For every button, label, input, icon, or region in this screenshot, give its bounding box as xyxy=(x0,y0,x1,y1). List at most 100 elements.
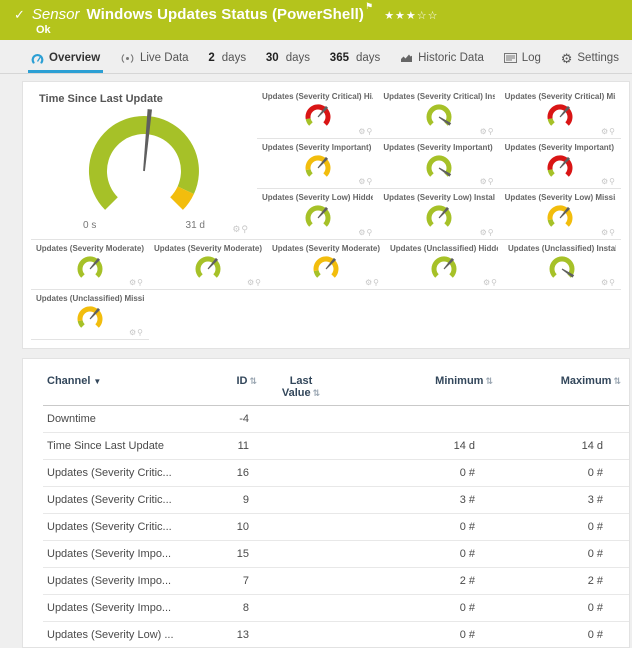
gauge-title: Updates (Severity Low) Install... xyxy=(383,193,494,202)
gauge-title: Updates (Severity Low) Missi... xyxy=(505,193,616,202)
pin-icon[interactable]: ⚲ xyxy=(609,177,616,186)
tab-settings[interactable]: ⚙ Settings xyxy=(558,46,622,73)
col-header-maximum[interactable]: Maximum⇅ xyxy=(505,371,627,406)
pin-icon[interactable]: ⚲ xyxy=(488,127,495,136)
col-header-last-value[interactable]: LastValue⇅ xyxy=(261,371,341,406)
pin-icon[interactable]: ⚲ xyxy=(366,177,373,186)
pin-icon[interactable]: ⚲ xyxy=(241,224,249,234)
pin-icon[interactable]: ⚲ xyxy=(609,127,616,136)
gear-icon[interactable]: ⚙ xyxy=(247,278,255,287)
pin-icon[interactable]: ⚲ xyxy=(609,278,616,287)
gauge-panel: Updates (Severity Important) ...⚙⚲ xyxy=(500,139,621,190)
gear-icon[interactable]: ⚙ xyxy=(365,278,373,287)
table-row: Downtime-4 xyxy=(43,406,630,433)
gear-icon[interactable]: ⚙ xyxy=(601,278,609,287)
main-gauge-panel: Time Since Last Update 0 s 31 d ⚙⚲ xyxy=(31,88,257,240)
channel-name[interactable]: Updates (Severity Impo... xyxy=(43,568,211,595)
sort-icon: ⇅ xyxy=(249,376,257,386)
channel-id: 8 xyxy=(211,595,261,622)
col-header-id[interactable]: ID⇅ xyxy=(211,371,261,406)
gear-icon[interactable]: ⚙ xyxy=(480,228,488,237)
gear-icon[interactable]: ⚙ xyxy=(601,127,609,136)
gear-icon[interactable]: ⚙ xyxy=(480,127,488,136)
gauge-panel: Updates (Severity Important) ...⚙⚲ xyxy=(378,139,499,190)
pin-icon[interactable]: ⚲ xyxy=(373,278,380,287)
gauge-panel: Updates (Severity Low) Install... ⚙⚲ xyxy=(378,189,499,240)
tab-30-days[interactable]: 30days xyxy=(263,46,313,73)
pin-icon[interactable]: ⚲ xyxy=(366,228,373,237)
gauge-title: Updates (Severity Critical) Ins... xyxy=(383,92,494,101)
gauge xyxy=(390,254,498,286)
col-header-channel[interactable]: Channel▼ xyxy=(43,371,211,406)
channel-maximum: 3 # xyxy=(505,487,627,514)
tab-live-data[interactable]: Live Data xyxy=(117,46,192,73)
gauge xyxy=(262,102,373,134)
gauge-title: Updates (Unclassified) Hidden xyxy=(390,244,498,253)
gauge xyxy=(383,153,494,185)
pin-icon[interactable]: ⚲ xyxy=(488,177,495,186)
col-header-minimum[interactable]: Minimum⇅ xyxy=(341,371,505,406)
tab-label: Live Data xyxy=(140,52,189,64)
channel-name[interactable]: Updates (Severity Critic... xyxy=(43,487,211,514)
channel-name[interactable]: Updates (Severity Impo... xyxy=(43,595,211,622)
object-kind-label: Sensor xyxy=(32,6,80,23)
pin-icon[interactable]: ⚲ xyxy=(366,127,373,136)
tab-overview[interactable]: Overview xyxy=(28,46,103,73)
gear-icon[interactable]: ⚙ xyxy=(601,228,609,237)
gauge-min-label: 0 s xyxy=(83,220,96,231)
tab-historic-data[interactable]: Historic Data xyxy=(397,46,487,73)
sort-icon: ⇅ xyxy=(485,376,493,386)
gear-icon[interactable]: ⚙ xyxy=(129,328,137,337)
tab-log[interactable]: Log xyxy=(501,46,544,73)
sensor-status-text: Ok xyxy=(36,24,622,36)
gauge xyxy=(262,153,373,185)
channel-name[interactable]: Updates (Severity Critic... xyxy=(43,514,211,541)
pin-icon[interactable]: ⚲ xyxy=(488,228,495,237)
time-since-last-update-gauge xyxy=(69,107,219,228)
pin-icon[interactable]: ⚲ xyxy=(137,278,144,287)
channel-name[interactable]: Updates (Severity Impo... xyxy=(43,541,211,568)
pin-icon[interactable]: ⚲ xyxy=(609,228,616,237)
pin-icon[interactable]: ⚲ xyxy=(491,278,498,287)
gear-icon[interactable]: ⚙ xyxy=(601,177,609,186)
channel-id: -4 xyxy=(211,406,261,433)
channel-minimum: 14 d xyxy=(341,433,505,460)
pin-icon[interactable]: ⚲ xyxy=(137,328,144,337)
gauge xyxy=(36,304,144,336)
overview-icon xyxy=(31,53,44,64)
gauge-title: Updates (Severity Low) Hidden xyxy=(262,193,373,202)
tab-365-days[interactable]: 365days xyxy=(327,46,383,73)
log-icon xyxy=(504,53,517,63)
channel-id: 10 xyxy=(211,514,261,541)
tab-label: days xyxy=(286,52,310,64)
gauge xyxy=(505,153,616,185)
gear-icon[interactable]: ⚙ xyxy=(129,278,137,287)
gear-icon[interactable]: ⚙ xyxy=(483,278,491,287)
gauge-panel: Updates (Severity Critical) Hi...⚙⚲ xyxy=(257,88,378,139)
channel-maximum: 0 # xyxy=(505,595,627,622)
table-row: Updates (Severity Low) ...130 #0 # xyxy=(43,622,630,648)
page-title: Windows Updates Status (PowerShell)⚑ xyxy=(86,5,373,23)
channel-name[interactable]: Updates (Severity Critic... xyxy=(43,460,211,487)
flag-icon[interactable]: ⚑ xyxy=(365,1,373,11)
channel-minimum: 0 # xyxy=(341,514,505,541)
gear-icon[interactable]: ⚙ xyxy=(480,177,488,186)
tab-label: Settings xyxy=(577,52,619,64)
channel-minimum: 0 # xyxy=(341,460,505,487)
channel-maximum: 0 # xyxy=(505,622,627,648)
gauge-title: Updates (Severity Important) ... xyxy=(262,143,373,152)
settings-icon: ⚙ xyxy=(561,52,573,65)
priority-stars[interactable]: ★★★☆☆ xyxy=(384,9,438,22)
gauge-panel: Updates (Unclassified) Install...⚙⚲ xyxy=(503,240,621,290)
channel-name[interactable]: Downtime xyxy=(43,406,211,433)
channel-name[interactable]: Updates (Severity Low) ... xyxy=(43,622,211,648)
channel-name[interactable]: Time Since Last Update xyxy=(43,433,211,460)
sensor-status-bar: ✓ Sensor Windows Updates Status (PowerSh… xyxy=(0,0,632,40)
gauge-panel: Updates (Severity Moderate) I...⚙⚲ xyxy=(149,240,267,290)
col-header-edit xyxy=(627,371,630,406)
gauge xyxy=(272,254,380,286)
table-row: Updates (Severity Critic...160 #0 # xyxy=(43,460,630,487)
tab-2-days[interactable]: 2days xyxy=(205,46,249,73)
pin-icon[interactable]: ⚲ xyxy=(255,278,262,287)
status-ok-icon: ✓ xyxy=(14,7,25,23)
